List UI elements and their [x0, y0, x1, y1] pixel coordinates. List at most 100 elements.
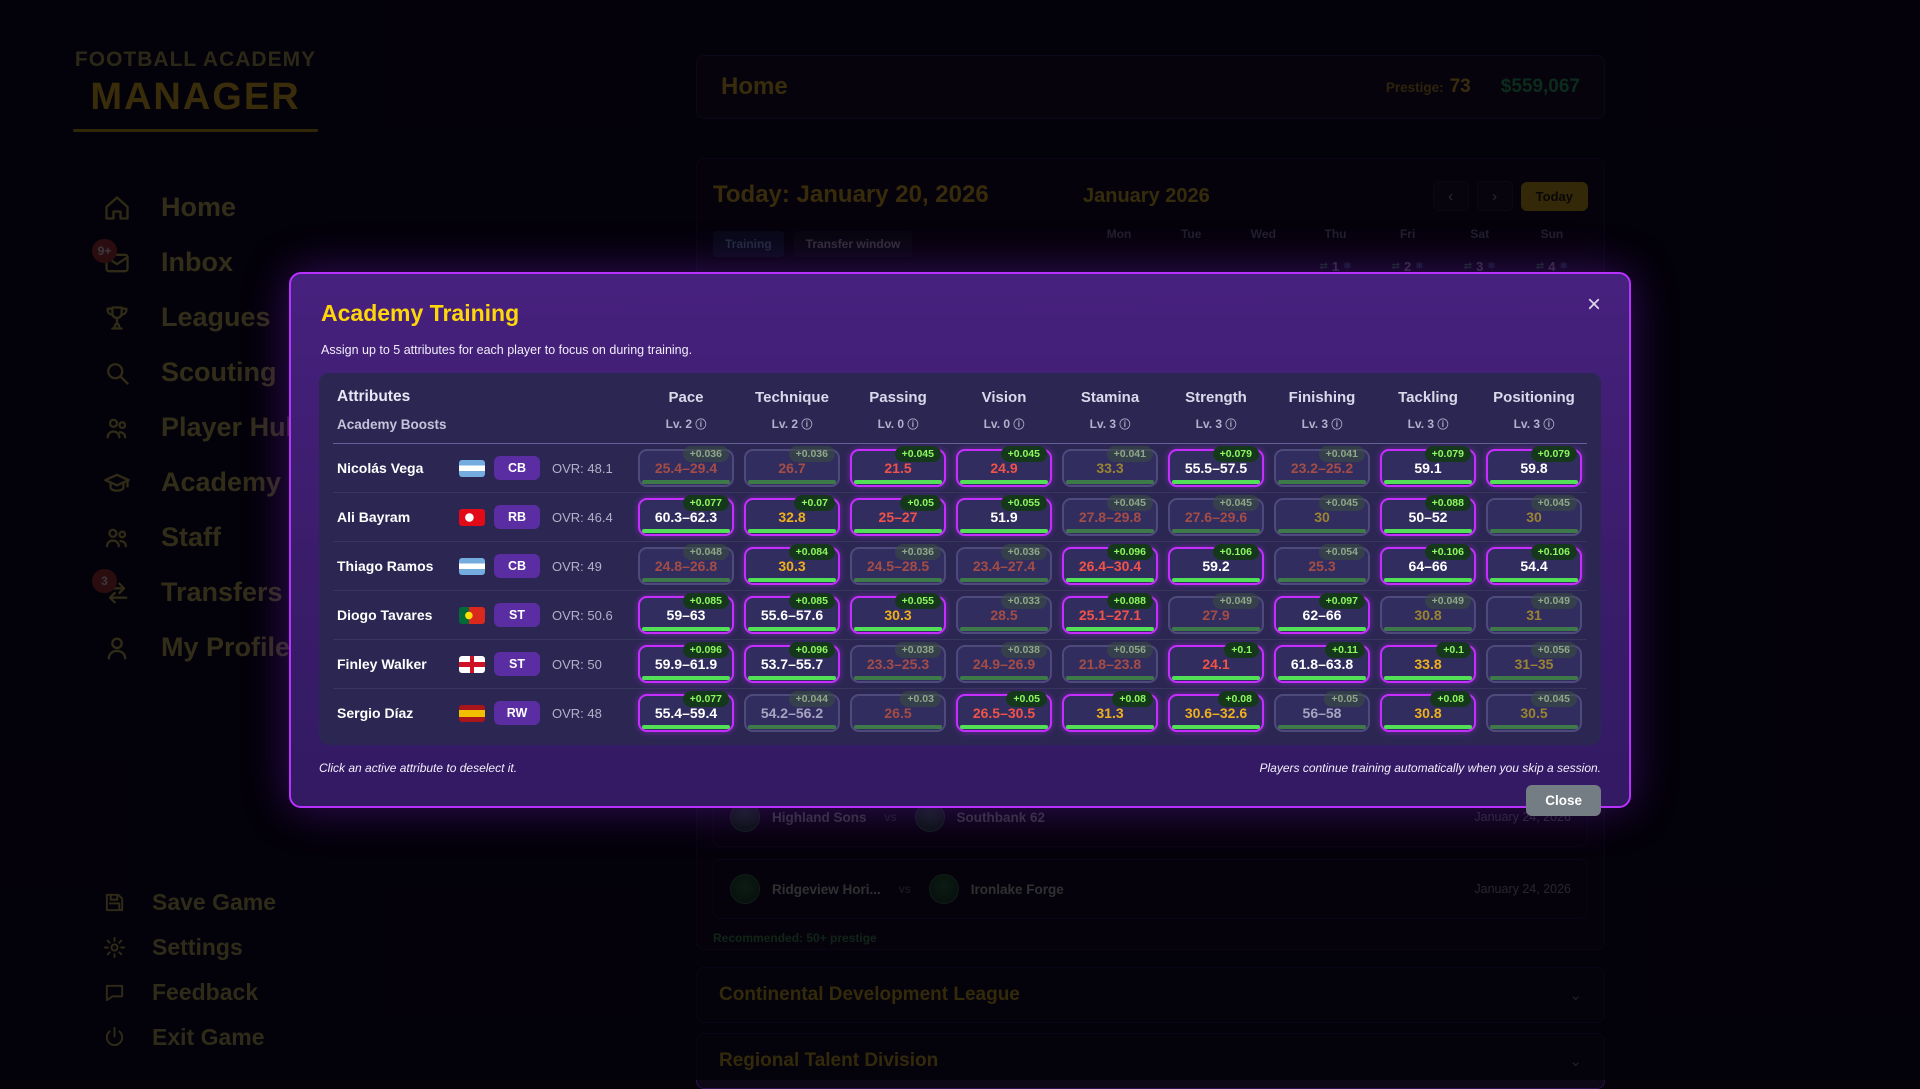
attribute-cell-finley-walker-finishing[interactable]: 61.8–63.8 +0.11 [1274, 642, 1370, 683]
attribute-cell-ali-bayram-finishing[interactable]: 30 +0.045 [1274, 495, 1370, 536]
attribute-cell-ali-bayram-vision[interactable]: 51.9 +0.055 [956, 495, 1052, 536]
level-finishing: Lv. 3 ⓘ [1301, 417, 1343, 431]
progress-bar [1490, 578, 1578, 582]
attribute-cell-finley-walker-passing[interactable]: 23.3–25.3 +0.038 [850, 642, 946, 683]
attribute-cell-sergio-d-az-vision[interactable]: 26.5–30.5 +0.05 [956, 691, 1052, 732]
attribute-cell-finley-walker-strength[interactable]: 24.1 +0.1 [1168, 642, 1264, 683]
attribute-cell-sergio-d-az-technique[interactable]: 54.2–56.2 +0.044 [744, 691, 840, 732]
attribute-cell-diogo-tavares-technique[interactable]: 55.6–57.6 +0.085 [744, 593, 840, 634]
boost-badge: +0.077 [682, 495, 729, 511]
attribute-cell-thiago-ramos-passing[interactable]: 24.5–28.5 +0.036 [850, 544, 946, 585]
attribute-cell-thiago-ramos-technique[interactable]: 30.3 +0.084 [744, 544, 840, 585]
attribute-cell-finley-walker-vision[interactable]: 24.9–26.9 +0.038 [956, 642, 1052, 683]
info-icon[interactable]: ⓘ [1437, 419, 1448, 431]
attribute-cell-sergio-d-az-finishing[interactable]: 56–58 +0.05 [1274, 691, 1370, 732]
attribute-cell-ali-bayram-passing[interactable]: 25–27 +0.05 [850, 495, 946, 536]
info-icon[interactable]: ⓘ [695, 419, 706, 431]
info-icon[interactable]: ⓘ [1013, 419, 1024, 431]
attribute-cell-thiago-ramos-stamina[interactable]: 26.4–30.4 +0.096 [1062, 544, 1158, 585]
attribute-cell-thiago-ramos-strength[interactable]: 59.2 +0.106 [1168, 544, 1264, 585]
boost-badge: +0.055 [1000, 495, 1047, 511]
info-icon[interactable]: ⓘ [1225, 419, 1236, 431]
attribute-cell-ali-bayram-strength[interactable]: 27.6–29.6 +0.045 [1168, 495, 1264, 536]
attribute-cell-sergio-d-az-passing[interactable]: 26.5 +0.03 [850, 691, 946, 732]
attribute-cell-ali-bayram-positioning[interactable]: 30 +0.045 [1486, 495, 1582, 536]
attribute-cell-thiago-ramos-finishing[interactable]: 25.3 +0.054 [1274, 544, 1370, 585]
player-row-thiago-ramos: Thiago Ramos CB OVR: 49 24.8–26.8 +0.048… [333, 541, 1587, 590]
close-icon[interactable]: × [1581, 292, 1607, 318]
progress-bar [854, 529, 942, 533]
attribute-cell-nicol-s-vega-strength[interactable]: 55.5–57.5 +0.079 [1168, 446, 1264, 487]
attribute-cell-nicol-s-vega-technique[interactable]: 26.7 +0.036 [744, 446, 840, 487]
attribute-cell-nicol-s-vega-tackling[interactable]: 59.1 +0.079 [1380, 446, 1476, 487]
position-badge: RW [494, 701, 540, 725]
attribute-cell-diogo-tavares-tackling[interactable]: 30.8 +0.049 [1380, 593, 1476, 634]
boost-badge: +0.045 [1530, 495, 1577, 511]
attribute-cell-diogo-tavares-vision[interactable]: 28.5 +0.033 [956, 593, 1052, 634]
attribute-cell-finley-walker-stamina[interactable]: 21.8–23.8 +0.056 [1062, 642, 1158, 683]
progress-bar [1278, 676, 1366, 680]
info-icon[interactable]: ⓘ [1119, 419, 1130, 431]
info-icon[interactable]: ⓘ [1331, 419, 1342, 431]
attribute-cell-diogo-tavares-pace[interactable]: 59–63 +0.085 [638, 593, 734, 634]
argentina-flag-icon [459, 459, 485, 477]
boost-badge: +0.096 [682, 642, 729, 658]
boost-badge: +0.041 [1318, 446, 1365, 462]
boost-badge: +0.045 [1530, 691, 1577, 707]
progress-bar [1066, 480, 1154, 484]
attribute-cell-finley-walker-technique[interactable]: 53.7–55.7 +0.096 [744, 642, 840, 683]
progress-bar [1278, 725, 1366, 729]
attribute-cell-nicol-s-vega-vision[interactable]: 24.9 +0.045 [956, 446, 1052, 487]
player-ovr: OVR: 50 [552, 656, 602, 672]
level-tackling: Lv. 3 ⓘ [1407, 417, 1449, 431]
attribute-cell-sergio-d-az-pace[interactable]: 55.4–59.4 +0.077 [638, 691, 734, 732]
player-name: Ali Bayram [337, 509, 411, 525]
attribute-cell-nicol-s-vega-pace[interactable]: 25.4–29.4 +0.036 [638, 446, 734, 487]
attribute-cell-sergio-d-az-positioning[interactable]: 30.5 +0.045 [1486, 691, 1582, 732]
info-icon[interactable]: ⓘ [801, 419, 812, 431]
player-row-nicol-s-vega: Nicolás Vega CB OVR: 48.1 25.4–29.4 +0.0… [333, 444, 1587, 492]
attribute-cell-nicol-s-vega-finishing[interactable]: 23.2–25.2 +0.041 [1274, 446, 1370, 487]
attribute-cell-nicol-s-vega-stamina[interactable]: 33.3 +0.041 [1062, 446, 1158, 487]
boost-badge: +0.11 [1325, 642, 1365, 658]
attribute-cell-diogo-tavares-stamina[interactable]: 25.1–27.1 +0.088 [1062, 593, 1158, 634]
column-finishing: Finishing [1288, 388, 1356, 406]
boost-badge: +0.08 [1430, 691, 1471, 707]
attribute-cell-ali-bayram-stamina[interactable]: 27.8–29.8 +0.045 [1062, 495, 1158, 536]
boost-badge: +0.05 [1006, 691, 1047, 707]
column-pace: Pace [668, 388, 704, 406]
attribute-cell-ali-bayram-tackling[interactable]: 50–52 +0.088 [1380, 495, 1476, 536]
attribute-cell-thiago-ramos-positioning[interactable]: 54.4 +0.106 [1486, 544, 1582, 585]
column-tackling: Tackling [1398, 388, 1458, 406]
attribute-cell-diogo-tavares-positioning[interactable]: 31 +0.049 [1486, 593, 1582, 634]
boost-badge: +0.1 [1436, 642, 1471, 658]
spain-flag-icon [459, 704, 485, 722]
attribute-cell-ali-bayram-technique[interactable]: 32.8 +0.07 [744, 495, 840, 536]
progress-bar [1490, 480, 1578, 484]
attribute-cell-thiago-ramos-tackling[interactable]: 64–66 +0.106 [1380, 544, 1476, 585]
attribute-cell-nicol-s-vega-passing[interactable]: 21.5 +0.045 [850, 446, 946, 487]
boost-badge: +0.049 [1212, 593, 1259, 609]
academy-training-modal: × Academy Training Assign up to 5 attrib… [289, 272, 1631, 816]
attribute-cell-finley-walker-tackling[interactable]: 33.8 +0.1 [1380, 642, 1476, 683]
info-icon[interactable]: ⓘ [907, 419, 918, 431]
attribute-cell-diogo-tavares-strength[interactable]: 27.9 +0.049 [1168, 593, 1264, 634]
attribute-cell-diogo-tavares-passing[interactable]: 30.3 +0.055 [850, 593, 946, 634]
attribute-cell-ali-bayram-pace[interactable]: 60.3–62.3 +0.077 [638, 495, 734, 536]
attribute-cell-finley-walker-pace[interactable]: 59.9–61.9 +0.096 [638, 642, 734, 683]
column-passing: Passing [869, 388, 927, 406]
position-badge: CB [494, 456, 540, 480]
attribute-cell-sergio-d-az-tackling[interactable]: 30.8 +0.08 [1380, 691, 1476, 732]
attribute-cell-sergio-d-az-strength[interactable]: 30.6–32.6 +0.08 [1168, 691, 1264, 732]
player-row-diogo-tavares: Diogo Tavares ST OVR: 50.6 59–63 +0.085 … [333, 590, 1587, 639]
info-icon[interactable]: ⓘ [1543, 419, 1554, 431]
attribute-cell-thiago-ramos-pace[interactable]: 24.8–26.8 +0.048 [638, 544, 734, 585]
attribute-cell-finley-walker-positioning[interactable]: 31–35 +0.056 [1486, 642, 1582, 683]
attribute-cell-diogo-tavares-finishing[interactable]: 62–66 +0.097 [1274, 593, 1370, 634]
close-button[interactable]: Close [1526, 785, 1601, 816]
attribute-cell-thiago-ramos-vision[interactable]: 23.4–27.4 +0.036 [956, 544, 1052, 585]
attribute-cell-sergio-d-az-stamina[interactable]: 31.3 +0.08 [1062, 691, 1158, 732]
boost-badge: +0.045 [894, 446, 941, 462]
progress-bar [1066, 725, 1154, 729]
attribute-cell-nicol-s-vega-positioning[interactable]: 59.8 +0.079 [1486, 446, 1582, 487]
